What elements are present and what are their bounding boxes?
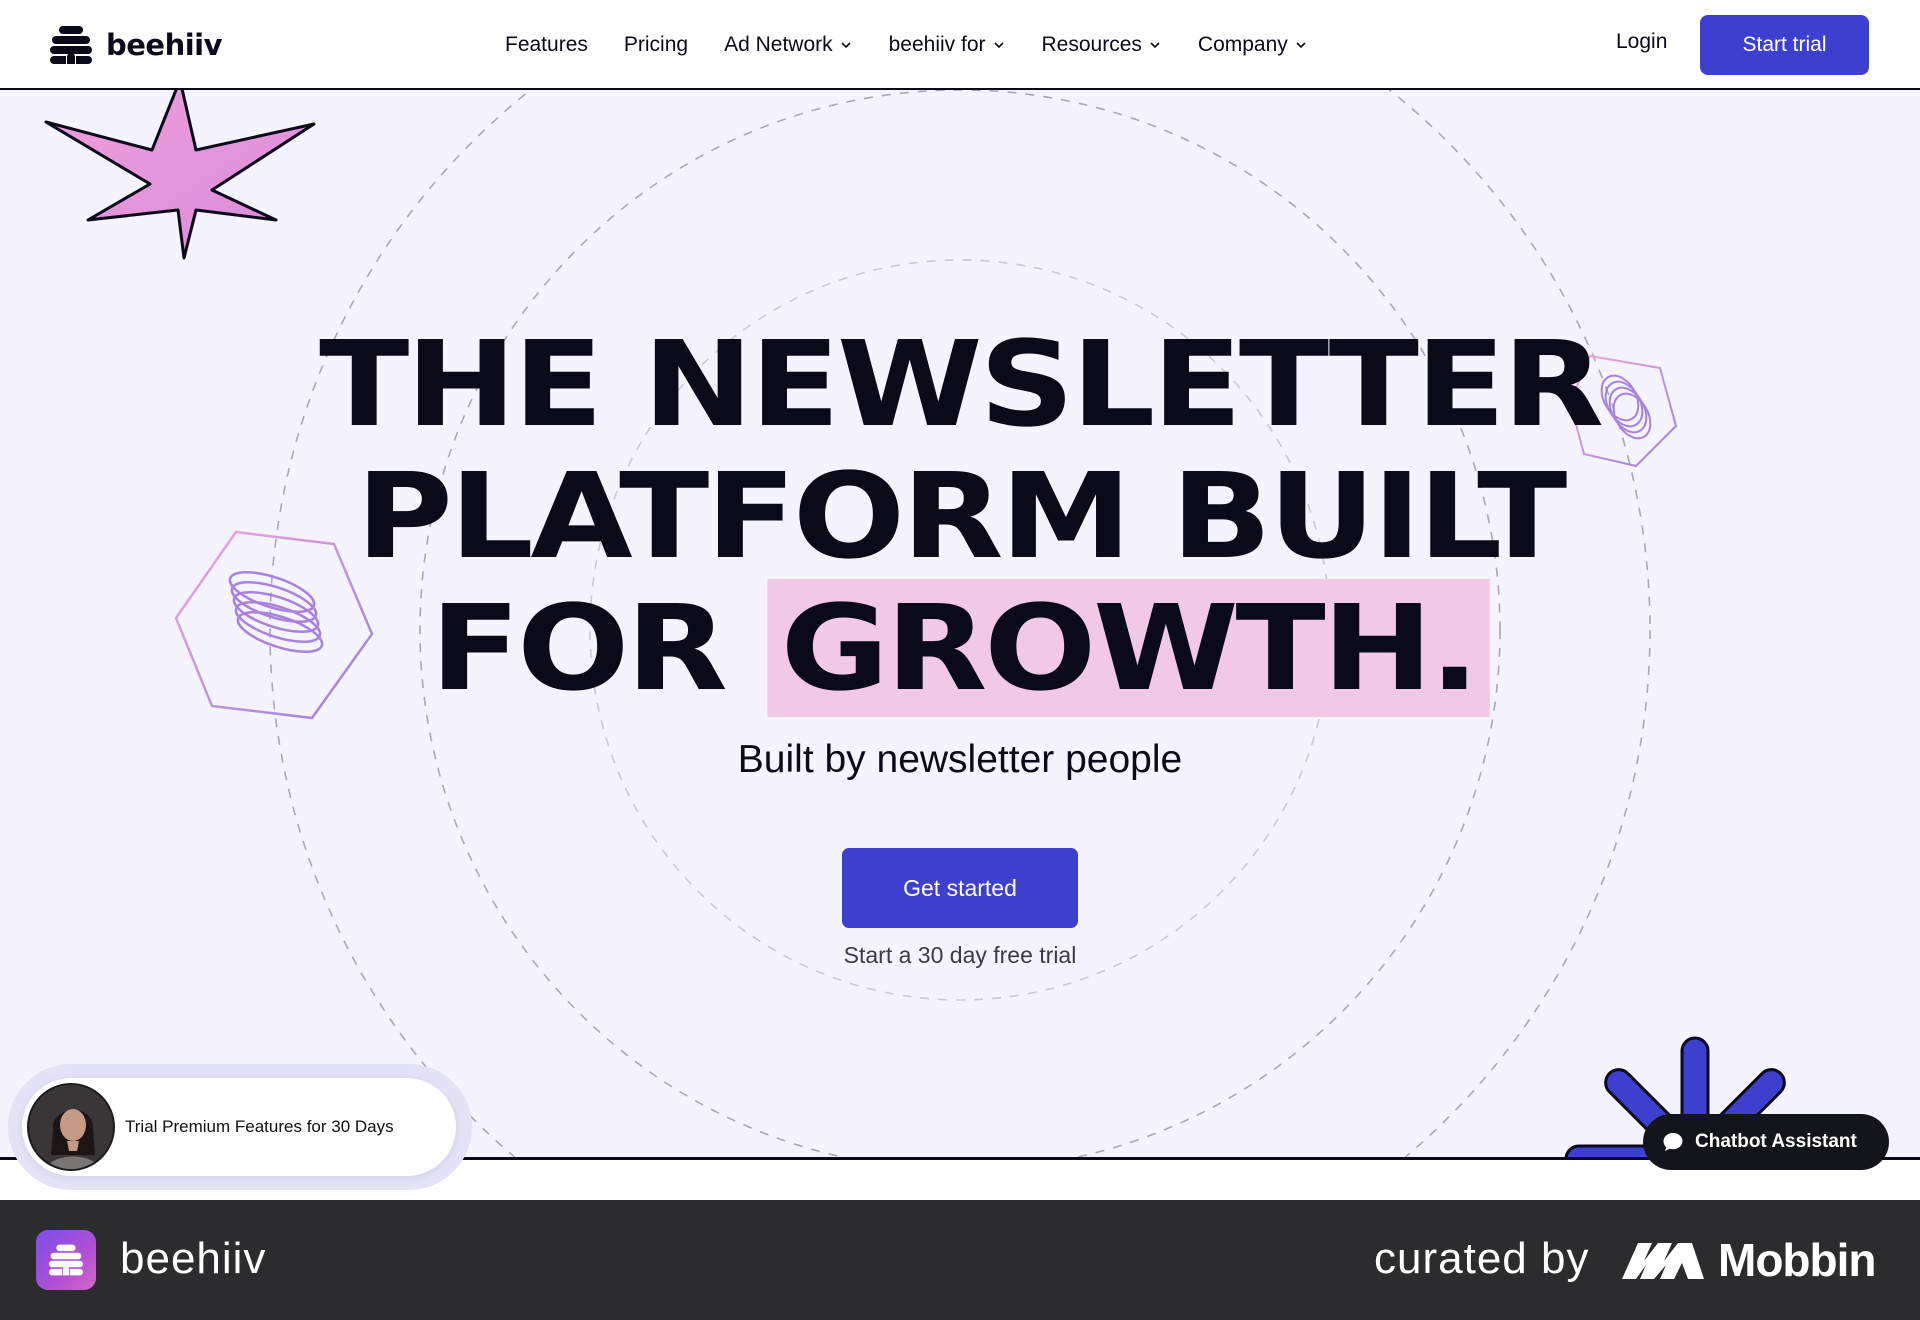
trial-note: Start a 30 day free trial xyxy=(843,942,1077,968)
chevron-down-icon xyxy=(993,42,1004,49)
nav-item-label: Resources xyxy=(1041,33,1142,56)
chat-bubble-icon xyxy=(1663,1133,1683,1151)
headline-line: THE NEWSLETTER xyxy=(319,315,1604,453)
headline-highlight: GROWTH. xyxy=(767,579,1490,717)
nav-item-label: beehiiv for xyxy=(888,33,986,56)
chevron-down-icon xyxy=(1296,42,1306,49)
pink-starburst xyxy=(44,90,316,260)
hero-subhead: Built by newsletter people xyxy=(737,738,1183,781)
start-trial-button[interactable]: Start trial xyxy=(1700,15,1869,75)
nav-item-label: Features xyxy=(505,33,588,56)
nav-item-label: Ad Network xyxy=(724,33,833,56)
nav-item-label: Pricing xyxy=(623,33,689,56)
headline-line: FOR GROWTH. xyxy=(0,579,1920,717)
nav-item-resources[interactable]: Resources xyxy=(1042,33,1162,57)
brand-name: beehiiv xyxy=(106,28,223,62)
app-name: beehiiv xyxy=(120,1234,267,1283)
beehiiv-app-icon xyxy=(36,1230,96,1290)
promo-text: Trial Premium Features for 30 Days xyxy=(125,1117,394,1136)
site-header: beehiiv Features Pricing Ad Network beeh… xyxy=(0,0,1920,90)
chatbot-assistant-button[interactable]: Chatbot Assistant xyxy=(1643,1114,1889,1170)
mobbin-mark-icon xyxy=(1622,1243,1704,1279)
nav-item-pricing[interactable]: Pricing xyxy=(624,33,688,57)
beehive-icon xyxy=(50,26,92,64)
curator-name: Mobbin xyxy=(1718,1234,1876,1286)
avatar xyxy=(27,1083,115,1171)
curated-by-label: curated by xyxy=(1374,1234,1590,1283)
nav-item-label: Company xyxy=(1197,33,1288,56)
headline-line: PLATFORM BUILT xyxy=(356,447,1567,585)
login-link[interactable]: Login xyxy=(1616,30,1667,54)
beehiiv-logo[interactable]: beehiiv xyxy=(50,24,223,66)
get-started-button[interactable]: Get started xyxy=(842,848,1078,928)
mobbin-logo: Mobbin xyxy=(1620,1234,1876,1286)
chatbot-label: Chatbot Assistant xyxy=(1695,1131,1857,1152)
nav-item-ad-network[interactable]: Ad Network xyxy=(724,33,853,57)
nav-item-company[interactable]: Company xyxy=(1198,33,1308,57)
chevron-down-icon xyxy=(841,42,851,49)
trial-promo-pill[interactable]: Trial Premium Features for 30 Days xyxy=(22,1078,456,1176)
chevron-down-icon xyxy=(1150,42,1160,49)
beehive-icon xyxy=(49,1244,83,1276)
mobbin-footer-bar: beehiiv curated by Mobbin xyxy=(0,1200,1920,1320)
hero-section: THE NEWSLETTER PLATFORM BUILT FOR GROWTH… xyxy=(0,90,1920,1160)
main-nav: Features Pricing Ad Network beehiiv for … xyxy=(505,28,1344,62)
hero-headline: THE NEWSLETTER PLATFORM BUILT FOR GROWTH… xyxy=(0,315,1920,717)
nav-item-beehiiv-for[interactable]: beehiiv for xyxy=(889,33,1006,57)
headline-prefix: FOR xyxy=(430,579,728,717)
nav-item-features[interactable]: Features xyxy=(505,33,588,57)
